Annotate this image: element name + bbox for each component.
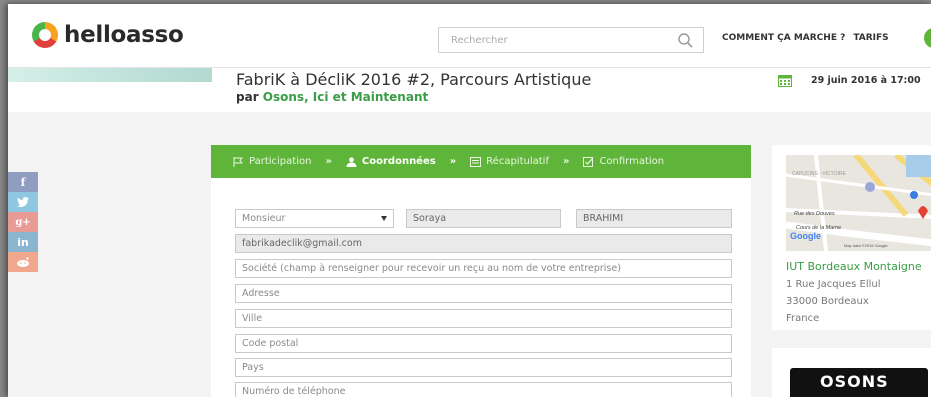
by-label: par (236, 90, 259, 104)
search-icon[interactable] (677, 32, 693, 48)
list-icon (470, 156, 482, 167)
map-street2: Cours de la Marne (796, 225, 841, 231)
company-field[interactable] (235, 259, 732, 278)
step-participation-label: Participation (249, 156, 312, 167)
browser-viewport: helloasso COMMENT ÇA MARCHE ? TARIFS Fab… (8, 4, 931, 397)
event-header: FabriK à DécliK 2016 #2, Parcours Artist… (8, 68, 931, 112)
step-separator-icon: » (449, 156, 457, 167)
account-button[interactable] (924, 28, 931, 48)
calendar-icon (778, 75, 792, 87)
organizer-link[interactable]: Osons, Ici et Maintenant (263, 90, 428, 104)
step-recapitulatif[interactable]: Récapitulatif (470, 156, 549, 167)
social-share-bar: f g+ in (8, 172, 38, 272)
civility-value: Monsieur (242, 213, 286, 224)
step-participation[interactable]: Participation (233, 156, 311, 167)
map-street1: Rue des Douves (794, 211, 835, 217)
twitter-icon[interactable] (8, 192, 38, 212)
step-coordonnees-label: Coordonnées (361, 156, 436, 167)
search-box (438, 27, 704, 53)
search-input[interactable] (439, 28, 659, 53)
step-confirmation-label: Confirmation (599, 156, 665, 167)
nav-how-it-works[interactable]: COMMENT ÇA MARCHE ? (722, 33, 845, 43)
step-recapitulatif-label: Récapitulatif (486, 156, 549, 167)
venue-name[interactable]: IUT Bordeaux Montaigne (786, 260, 922, 273)
partner-card: OSONS (772, 348, 931, 397)
hero-image-strip (8, 68, 212, 82)
osons-logo: OSONS (790, 368, 928, 397)
step-confirmation[interactable]: Confirmation (583, 156, 664, 167)
chevron-down-icon (381, 216, 387, 221)
venue-city: 33000 Bordeaux (786, 296, 869, 307)
flag-icon (233, 156, 244, 167)
zip-field[interactable] (235, 334, 732, 353)
logo-text: helloasso (64, 22, 184, 48)
venue-country: France (786, 313, 820, 324)
event-organizer-line: par Osons, Ici et Maintenant (236, 90, 428, 104)
osons-logo-text: OSONS (820, 372, 889, 391)
step-separator-icon: » (562, 156, 570, 167)
country-field[interactable] (235, 358, 732, 377)
site-header: helloasso COMMENT ÇA MARCHE ? TARIFS (8, 4, 931, 68)
reddit-icon[interactable] (8, 252, 38, 272)
checkbox-icon (583, 156, 594, 167)
venue-street: 1 Rue Jacques Ellul (786, 279, 881, 290)
contact-form: Monsieur Soraya BRAHIMI fabrikadeclik@gm… (211, 178, 751, 397)
step-coordonnees[interactable]: Coordonnées (346, 156, 436, 167)
checkout-steps: Participation » Coordonnées » Récapitula… (211, 145, 751, 178)
user-icon (346, 156, 357, 167)
event-date: 29 juin 2016 à 17:00 (811, 75, 921, 86)
google-plus-icon[interactable]: g+ (8, 212, 38, 232)
address-field[interactable] (235, 284, 732, 303)
venue-card: Google Map data ©2016 Google Rue des Dou… (772, 145, 931, 330)
map-credit: Map data ©2016 Google (844, 243, 888, 248)
step-separator-icon: » (325, 156, 332, 167)
map-district: CAPUCINS - VICTOIRE (792, 171, 846, 177)
civility-select[interactable]: Monsieur (235, 209, 394, 228)
email-field[interactable]: fabrikadeclik@gmail.com (235, 234, 732, 253)
linkedin-icon[interactable]: in (8, 232, 38, 252)
facebook-icon[interactable]: f (8, 172, 38, 192)
helloasso-logo[interactable]: helloasso (32, 22, 184, 48)
map-google-brand: Google (790, 231, 821, 241)
logo-ring-icon (32, 22, 58, 48)
venue-map[interactable]: Google Map data ©2016 Google Rue des Dou… (786, 155, 931, 251)
firstname-field[interactable]: Soraya (406, 209, 561, 228)
city-field[interactable] (235, 309, 732, 328)
main-nav: COMMENT ÇA MARCHE ? TARIFS (722, 33, 889, 43)
lastname-field[interactable]: BRAHIMI (576, 209, 732, 228)
event-title: FabriK à DécliK 2016 #2, Parcours Artist… (236, 70, 592, 89)
phone-field[interactable] (235, 382, 732, 397)
nav-pricing[interactable]: TARIFS (853, 33, 888, 43)
map-graphic: Google Map data ©2016 Google Rue des Dou… (786, 155, 931, 251)
